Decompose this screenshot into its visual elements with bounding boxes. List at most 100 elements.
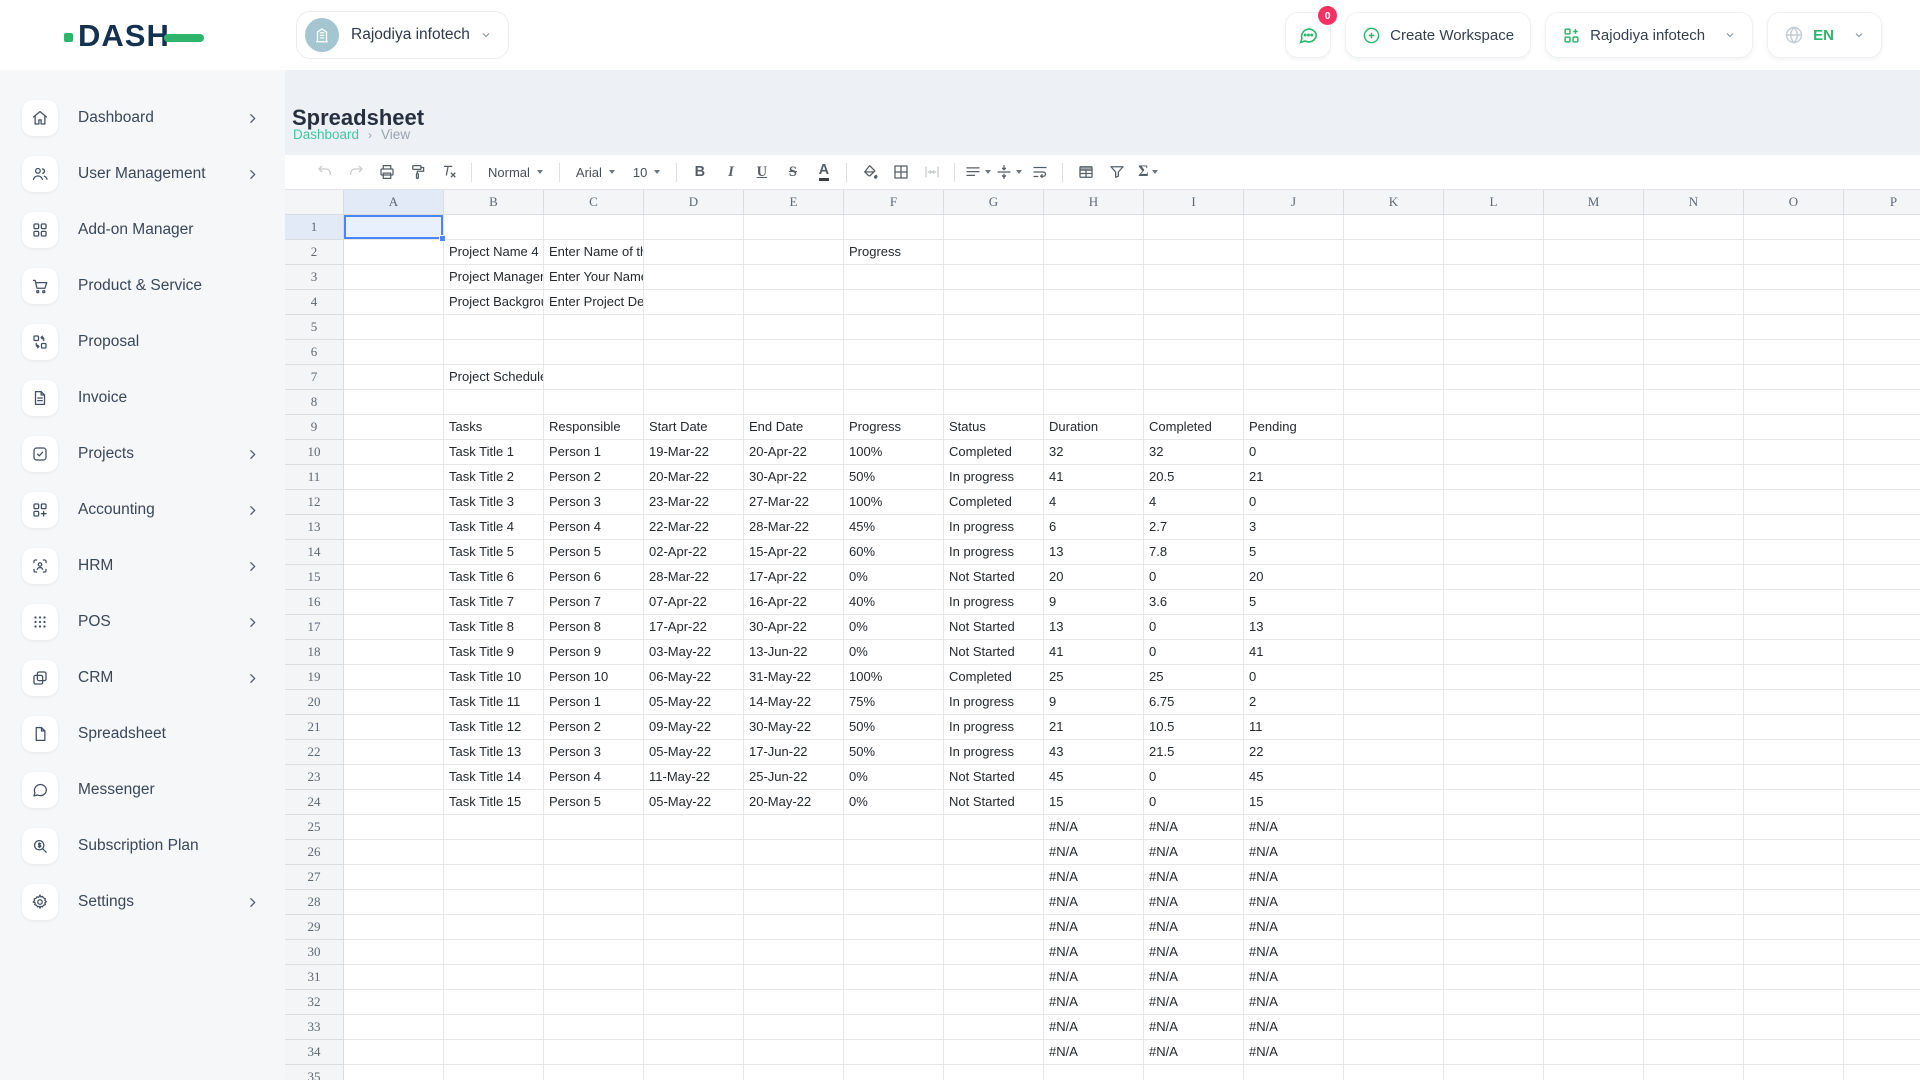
cell-A4[interactable] (344, 290, 444, 315)
row-header-23[interactable]: 23 (285, 765, 344, 790)
cell-G5[interactable] (944, 315, 1044, 340)
cell-O4[interactable] (1744, 290, 1844, 315)
cell-E24[interactable]: 20-May-22 (744, 790, 844, 815)
cell-H33[interactable]: #N/A (1044, 1015, 1144, 1040)
cell-A10[interactable] (344, 440, 444, 465)
cell-N14[interactable] (1644, 540, 1744, 565)
cell-P23[interactable] (1844, 765, 1920, 790)
cell-K13[interactable] (1344, 515, 1444, 540)
cell-A27[interactable] (344, 865, 444, 890)
font-family-dropdown[interactable]: Arial (569, 159, 622, 185)
cell-F12[interactable]: 100% (844, 490, 944, 515)
cell-O24[interactable] (1744, 790, 1844, 815)
cell-J22[interactable]: 22 (1244, 740, 1344, 765)
cell-E33[interactable] (744, 1015, 844, 1040)
cell-H27[interactable]: #N/A (1044, 865, 1144, 890)
cell-G24[interactable]: Not Started (944, 790, 1044, 815)
cell-D16[interactable]: 07-Apr-22 (644, 590, 744, 615)
cell-D10[interactable]: 19-Mar-22 (644, 440, 744, 465)
cell-D25[interactable] (644, 815, 744, 840)
cell-F1[interactable] (844, 215, 944, 240)
cell-F23[interactable]: 0% (844, 765, 944, 790)
cell-K10[interactable] (1344, 440, 1444, 465)
cell-H8[interactable] (1044, 390, 1144, 415)
cell-M27[interactable] (1544, 865, 1644, 890)
cell-J29[interactable]: #N/A (1244, 915, 1344, 940)
cell-I16[interactable]: 3.6 (1144, 590, 1244, 615)
cell-K28[interactable] (1344, 890, 1444, 915)
cell-J13[interactable]: 3 (1244, 515, 1344, 540)
cell-D11[interactable]: 20-Mar-22 (644, 465, 744, 490)
cell-M3[interactable] (1544, 265, 1644, 290)
horizontal-align-button[interactable] (964, 159, 991, 185)
cell-P11[interactable] (1844, 465, 1920, 490)
cell-M5[interactable] (1544, 315, 1644, 340)
cell-F17[interactable]: 0% (844, 615, 944, 640)
cell-K15[interactable] (1344, 565, 1444, 590)
column-header-E[interactable]: E (744, 190, 844, 215)
cell-G15[interactable]: Not Started (944, 565, 1044, 590)
cell-I25[interactable]: #N/A (1144, 815, 1244, 840)
cell-L13[interactable] (1444, 515, 1544, 540)
cell-E21[interactable]: 30-May-22 (744, 715, 844, 740)
cell-L24[interactable] (1444, 790, 1544, 815)
cell-B26[interactable] (444, 840, 544, 865)
cell-K33[interactable] (1344, 1015, 1444, 1040)
cell-J14[interactable]: 5 (1244, 540, 1344, 565)
cell-L28[interactable] (1444, 890, 1544, 915)
cell-J16[interactable]: 5 (1244, 590, 1344, 615)
cell-O12[interactable] (1744, 490, 1844, 515)
cell-J24[interactable]: 15 (1244, 790, 1344, 815)
filter-button[interactable] (1103, 159, 1130, 185)
cell-H24[interactable]: 15 (1044, 790, 1144, 815)
cell-E12[interactable]: 27-Mar-22 (744, 490, 844, 515)
cell-D30[interactable] (644, 940, 744, 965)
cell-N12[interactable] (1644, 490, 1744, 515)
row-header-34[interactable]: 34 (285, 1040, 344, 1065)
cell-P15[interactable] (1844, 565, 1920, 590)
cell-O28[interactable] (1744, 890, 1844, 915)
row-header-33[interactable]: 33 (285, 1015, 344, 1040)
cell-K9[interactable] (1344, 415, 1444, 440)
cell-O2[interactable] (1744, 240, 1844, 265)
cell-J15[interactable]: 20 (1244, 565, 1344, 590)
cell-H25[interactable]: #N/A (1044, 815, 1144, 840)
cell-P4[interactable] (1844, 290, 1920, 315)
cell-G14[interactable]: In progress (944, 540, 1044, 565)
cell-H5[interactable] (1044, 315, 1144, 340)
cell-C17[interactable]: Person 8 (544, 615, 644, 640)
cell-L33[interactable] (1444, 1015, 1544, 1040)
cell-H35[interactable] (1044, 1065, 1144, 1080)
cell-B22[interactable]: Task Title 13 (444, 740, 544, 765)
cell-N17[interactable] (1644, 615, 1744, 640)
cell-K31[interactable] (1344, 965, 1444, 990)
cell-C2[interactable]: Enter Name of th (544, 240, 644, 265)
cell-B10[interactable]: Task Title 1 (444, 440, 544, 465)
cell-A11[interactable] (344, 465, 444, 490)
row-header-26[interactable]: 26 (285, 840, 344, 865)
cell-A13[interactable] (344, 515, 444, 540)
cell-L6[interactable] (1444, 340, 1544, 365)
cell-L26[interactable] (1444, 840, 1544, 865)
cell-D15[interactable]: 28-Mar-22 (644, 565, 744, 590)
cell-F10[interactable]: 100% (844, 440, 944, 465)
cell-K20[interactable] (1344, 690, 1444, 715)
cell-A31[interactable] (344, 965, 444, 990)
column-header-F[interactable]: F (844, 190, 944, 215)
cell-F27[interactable] (844, 865, 944, 890)
cell-P30[interactable] (1844, 940, 1920, 965)
cell-N1[interactable] (1644, 215, 1744, 240)
row-header-27[interactable]: 27 (285, 865, 344, 890)
borders-button[interactable] (887, 159, 914, 185)
cell-A28[interactable] (344, 890, 444, 915)
cell-C5[interactable] (544, 315, 644, 340)
cell-M11[interactable] (1544, 465, 1644, 490)
cell-B18[interactable]: Task Title 9 (444, 640, 544, 665)
cell-F32[interactable] (844, 990, 944, 1015)
cell-E29[interactable] (744, 915, 844, 940)
cell-A21[interactable] (344, 715, 444, 740)
cell-P25[interactable] (1844, 815, 1920, 840)
cell-H11[interactable]: 41 (1044, 465, 1144, 490)
cell-G30[interactable] (944, 940, 1044, 965)
cell-I15[interactable]: 0 (1144, 565, 1244, 590)
